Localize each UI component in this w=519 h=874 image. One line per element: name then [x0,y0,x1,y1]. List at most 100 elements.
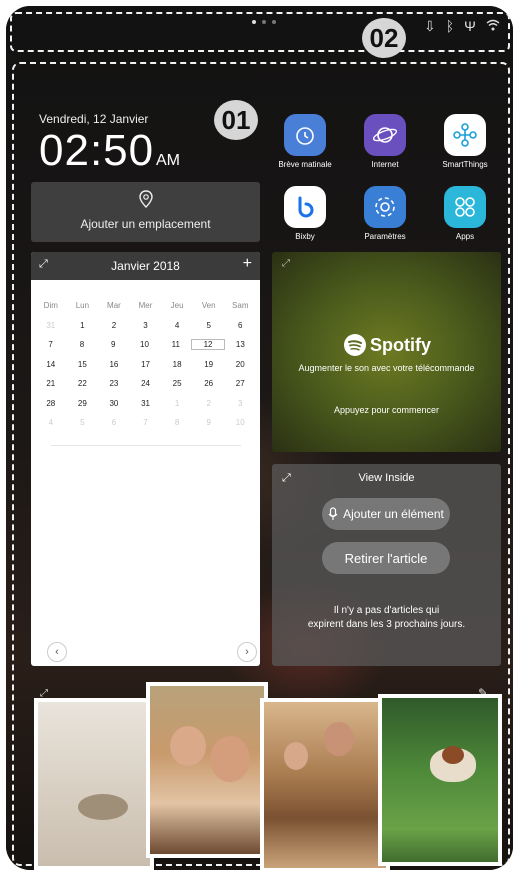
app-breve-matinale[interactable]: Brève matinale [265,114,345,169]
day-cell[interactable]: 24 [130,379,162,388]
photo-family-2[interactable] [260,698,390,870]
page-indicator[interactable] [252,20,276,24]
day-cell[interactable]: 23 [98,379,130,388]
day-cell[interactable]: 7 [35,340,66,349]
weekday-label: Mer [138,301,153,311]
day-cell[interactable]: 6 [98,418,130,427]
expiry-message-line: Il n'y a pas d'articles qui [333,605,440,616]
app-parametres[interactable]: Paramètres [345,186,425,241]
day-cell[interactable]: 21 [35,379,67,388]
day-cell[interactable]: 30 [98,399,130,408]
photo-family-1[interactable] [146,682,268,858]
previous-month-button[interactable]: ‹ [47,642,67,662]
day-cell[interactable]: 6 [224,321,256,330]
photo-dog[interactable] [378,694,502,866]
weekday-label: Mar [107,301,121,311]
day-cell[interactable]: 1 [67,321,99,330]
calendar-month: Janvier 2018 [111,259,180,273]
day-cell[interactable]: 3 [130,321,162,330]
expand-icon[interactable]: ⤢ [282,258,290,269]
weekday-label: Lun [75,301,90,311]
annotation-badge-01: 01 [214,100,258,140]
weekday-label: Sam [232,301,249,311]
alarm-clock-icon [284,114,326,156]
calendar-widget[interactable]: ⤢ Janvier 2018 + Dim Lun Mar Mer Jeu Ven… [31,252,260,666]
bluetooth-icon: ᛒ [445,18,455,34]
add-event-button[interactable]: + [243,255,252,273]
add-item-label: Ajouter un élément [343,507,444,521]
view-inside-widget[interactable]: ⤢ View Inside Ajouter un élément Retirer… [272,464,501,666]
weekday-label: Jeu [170,301,184,311]
day-cell[interactable]: 3 [224,399,256,408]
day-cell[interactable]: 7 [130,418,162,427]
calendar-header: ⤢ Janvier 2018 + [31,252,260,280]
app-internet[interactable]: Internet [345,114,425,169]
day-cell[interactable]: 10 [129,340,160,349]
photo-cat[interactable] [34,698,154,870]
day-cell[interactable]: 31 [35,321,67,330]
day-cell[interactable]: 5 [193,321,225,330]
usb-icon: Ψ [464,18,476,34]
app-bixby[interactable]: Bixby [265,186,345,241]
day-cell[interactable]: 18 [161,360,193,369]
day-cell[interactable]: 8 [66,340,97,349]
day-cell[interactable]: 8 [161,418,193,427]
day-cell[interactable]: 26 [193,379,225,388]
page-dot [272,20,276,24]
day-cell[interactable]: 19 [193,360,225,369]
day-cell[interactable]: 14 [35,360,67,369]
week-row: 21 22 23 24 25 26 27 [35,374,256,394]
day-cell-today[interactable]: 12 [191,339,225,351]
smartthings-icon [444,114,486,156]
weekday-row: Dim Lun Mar Mer Jeu Ven Sam [35,296,256,316]
spotify-subtitle: Augmenter le son avec votre télécommande [298,363,475,373]
page-dot [252,20,256,24]
day-cell[interactable]: 4 [35,418,67,427]
day-cell[interactable]: 1 [161,399,193,408]
day-cell[interactable]: 15 [67,360,99,369]
view-inside-title: View Inside [358,472,415,484]
add-item-button[interactable]: Ajouter un élément [322,498,450,530]
app-label: SmartThings [442,160,488,169]
download-icon: ⇩ [424,18,436,34]
day-cell[interactable]: 2 [193,399,225,408]
day-cell[interactable]: 31 [130,399,162,408]
day-cell[interactable]: 17 [130,360,162,369]
divider [51,445,241,446]
day-cell[interactable]: 16 [98,360,130,369]
clock-time[interactable]: 02:50 [39,126,154,176]
bixby-icon [284,186,326,228]
day-cell[interactable]: 2 [98,321,130,330]
add-location-button[interactable]: Ajouter un emplacement [31,182,260,242]
location-pin-icon [31,190,260,213]
day-cell[interactable]: 10 [224,418,256,427]
planet-icon [364,114,406,156]
spotify-icon [344,334,366,356]
wifi-icon [486,18,500,35]
remove-item-button[interactable]: Retirer l'article [322,542,450,574]
day-cell[interactable]: 9 [193,418,225,427]
weekday-label: Ven [201,301,216,311]
spotify-widget[interactable]: ⤢ Spotify Augmenter le son avec votre té… [272,252,501,452]
day-cell[interactable]: 28 [35,399,67,408]
day-cell[interactable]: 11 [160,340,191,349]
app-apps[interactable]: Apps [425,186,505,241]
day-cell[interactable]: 5 [67,418,99,427]
spotify-logo: Spotify [344,334,431,356]
spotify-start-link[interactable]: Appuyez pour commencer [272,405,501,415]
week-row: 4 5 6 7 8 9 10 [35,413,256,433]
app-label: Paramètres [364,232,406,241]
day-cell[interactable]: 27 [224,379,256,388]
day-cell[interactable]: 9 [98,340,129,349]
app-smartthings[interactable]: SmartThings [425,114,505,169]
day-cell[interactable]: 25 [161,379,193,388]
day-cell[interactable]: 4 [161,321,193,330]
expand-icon[interactable]: ⤢ [39,258,48,271]
next-month-button[interactable]: › [237,642,257,662]
day-cell[interactable]: 20 [224,360,256,369]
expiry-message-line: expirent dans les 3 prochains jours. [307,619,466,630]
day-cell[interactable]: 29 [67,399,99,408]
day-cell[interactable]: 13 [225,340,256,349]
microphone-icon [328,507,338,520]
day-cell[interactable]: 22 [67,379,99,388]
